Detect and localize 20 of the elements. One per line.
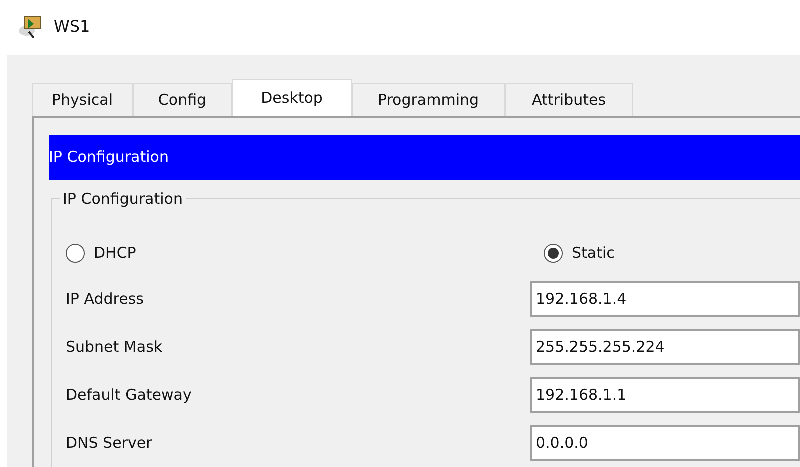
tab[interactable]: Config xyxy=(133,83,232,116)
tab[interactable]: Programming xyxy=(352,83,505,116)
input-field[interactable]: 255.255.255.224 xyxy=(530,329,800,365)
window-title: WS1 xyxy=(54,16,90,38)
input-field[interactable]: 0.0.0.0 xyxy=(530,425,800,461)
input-field[interactable]: 192.168.1.4 xyxy=(530,281,800,317)
radio-icon xyxy=(66,244,85,262)
input-field[interactable]: 192.168.1.1 xyxy=(530,377,800,413)
tab[interactable]: Attributes xyxy=(505,83,633,116)
field-label: IP Address xyxy=(66,288,145,310)
field-label: Subnet Mask xyxy=(66,336,164,358)
radio-icon xyxy=(544,244,563,262)
field-label: Default Gateway xyxy=(66,384,193,406)
section-header: IP Configuration xyxy=(49,135,800,180)
tab[interactable]: Physical xyxy=(32,83,133,116)
radio-option[interactable]: Static xyxy=(544,242,615,264)
workstation-icon xyxy=(18,14,44,38)
radio-option[interactable]: DHCP xyxy=(66,242,136,264)
tab[interactable]: Desktop xyxy=(232,79,352,116)
field-label: DNS Server xyxy=(66,432,154,454)
